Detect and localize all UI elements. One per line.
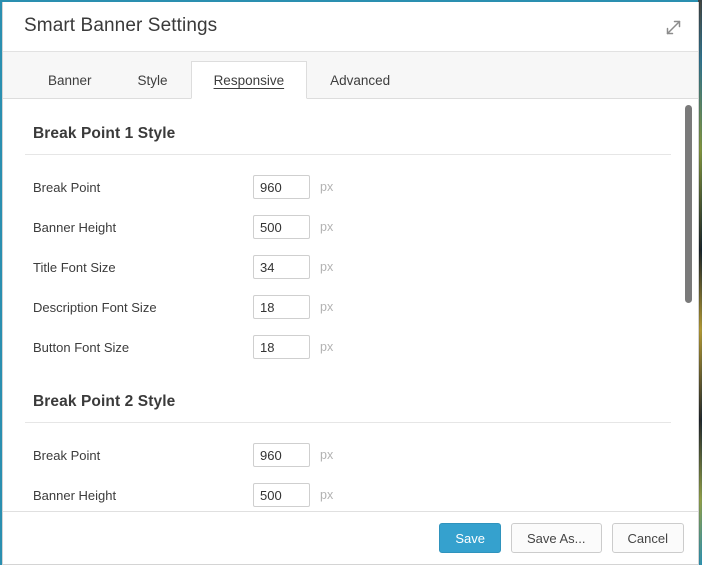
- save-as-button[interactable]: Save As...: [510, 523, 602, 553]
- unit-button-font-size: px: [320, 340, 334, 354]
- input-break-point-2[interactable]: [253, 443, 310, 467]
- field-row-break-point-1: Break Point px: [3, 167, 670, 207]
- input-break-point-1[interactable]: [253, 175, 310, 199]
- field-row-break-point-2: Break Point px: [3, 435, 670, 475]
- input-description-font-size[interactable]: [253, 295, 310, 319]
- tab-banner-label: Banner: [48, 73, 92, 88]
- unit-banner-height-1: px: [320, 220, 334, 234]
- field-row-description-font-size: Description Font Size px: [3, 287, 670, 327]
- vertical-scrollbar[interactable]: [681, 99, 695, 511]
- label-break-point: Break Point: [33, 179, 101, 195]
- input-banner-height-2[interactable]: [253, 483, 310, 507]
- section-2-title: Break Point 2 Style: [33, 393, 176, 410]
- field-row-title-font-size: Title Font Size px: [3, 247, 670, 287]
- cancel-button[interactable]: Cancel: [611, 523, 684, 553]
- section-1-fields: Break Point px Banner Height px Title Fo…: [3, 155, 670, 367]
- expand-diagonal-icon[interactable]: [660, 14, 686, 40]
- settings-scroll-area[interactable]: Break Point 1 Style Break Point px Banne…: [3, 99, 698, 512]
- tab-list: Banner Style Responsive Advanced: [25, 51, 413, 99]
- unit-banner-height-2: px: [320, 488, 334, 502]
- dialog-footer: Save Save As... Cancel: [3, 512, 698, 564]
- vertical-scrollbar-thumb[interactable]: [685, 105, 692, 303]
- label-break-point-2: Break Point: [33, 447, 101, 463]
- save-button[interactable]: Save: [439, 523, 501, 553]
- tab-responsive[interactable]: Responsive: [190, 61, 308, 99]
- label-button-font-size: Button Font Size: [33, 339, 130, 355]
- input-banner-height-1[interactable]: [253, 215, 310, 239]
- tab-style[interactable]: Style: [115, 61, 191, 99]
- field-row-banner-height-1: Banner Height px: [3, 207, 670, 247]
- unit-title-font-size: px: [320, 260, 334, 274]
- section-break-point-1: Break Point 1 Style Break Point px Banne…: [3, 99, 671, 367]
- dialog-header: Smart Banner Settings: [3, 2, 698, 52]
- label-banner-height: Banner Height: [33, 219, 117, 235]
- unit-break-point-2: px: [320, 448, 334, 462]
- section-break-point-2: Break Point 2 Style Break Point px Banne…: [3, 367, 671, 511]
- field-row-banner-height-2: Banner Height px: [3, 475, 670, 511]
- input-button-font-size[interactable]: [253, 335, 310, 359]
- tab-responsive-label: Responsive: [213, 72, 285, 88]
- input-title-font-size[interactable]: [253, 255, 310, 279]
- dialog-title: Smart Banner Settings: [24, 15, 218, 36]
- unit-description-font-size: px: [320, 300, 334, 314]
- unit-break-point-1: px: [320, 180, 334, 194]
- tab-advanced-label: Advanced: [330, 73, 391, 88]
- field-row-button-font-size: Button Font Size px: [3, 327, 670, 367]
- section-1-title: Break Point 1 Style: [33, 125, 176, 142]
- settings-content: Break Point 1 Style Break Point px Banne…: [3, 99, 698, 511]
- section-2-fields: Break Point px Banner Height px: [3, 423, 670, 511]
- label-title-font-size: Title Font Size: [33, 259, 116, 275]
- tab-style-label: Style: [137, 73, 168, 88]
- tab-advanced[interactable]: Advanced: [307, 61, 413, 99]
- tab-banner[interactable]: Banner: [25, 61, 115, 99]
- label-description-font-size: Description Font Size: [33, 299, 157, 315]
- label-banner-height-2: Banner Height: [33, 487, 117, 503]
- smart-banner-settings-dialog: Smart Banner Settings Banner Style Respo…: [2, 2, 699, 565]
- tab-bar: Banner Style Responsive Advanced: [3, 52, 698, 99]
